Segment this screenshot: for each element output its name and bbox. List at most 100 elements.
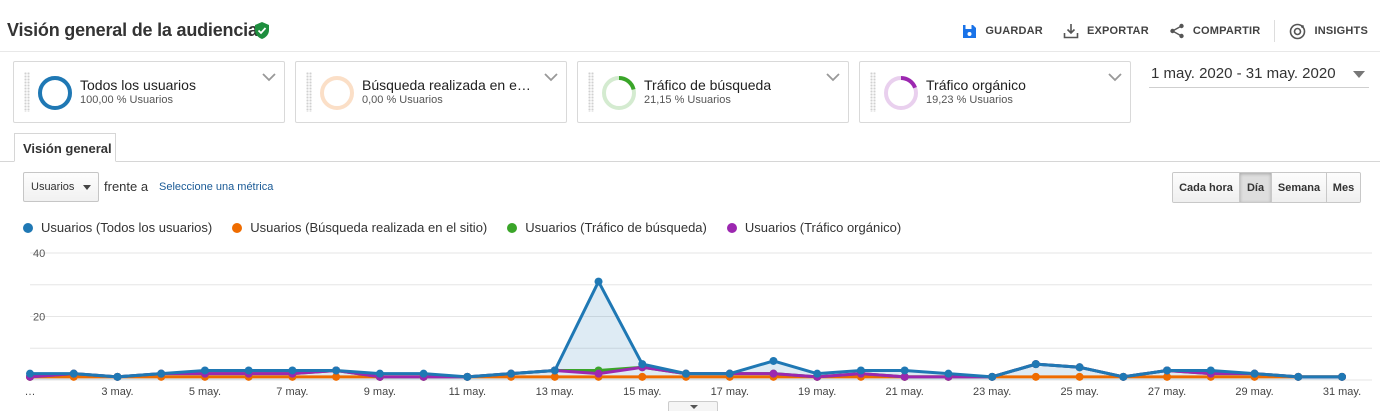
data-point xyxy=(856,366,865,375)
data-point xyxy=(288,366,297,375)
x-tick-label: 5 may. xyxy=(189,386,221,398)
data-point xyxy=(1294,372,1303,381)
data-point xyxy=(900,366,909,375)
granularity-week-button[interactable]: Semana xyxy=(1271,173,1326,202)
segment-card-search-traffic[interactable]: Tráfico de búsqueda 21,15 % Usuarios xyxy=(577,61,849,123)
actions-divider xyxy=(1274,20,1276,42)
save-button[interactable]: GUARDAR xyxy=(962,24,1043,39)
granularity-toggle: Cada hora Día Semana Mes xyxy=(1172,172,1361,203)
x-tick-label: 25 may. xyxy=(1060,386,1098,398)
segment-card-all-users[interactable]: Todos los usuarios 100,00 % Usuarios xyxy=(13,61,285,123)
x-tick-label: 19 may. xyxy=(798,386,836,398)
data-point xyxy=(1075,363,1084,372)
users-line-chart: 40 20 … 3 may. 5 may. 7 may. 9 may. 11 may. 13 m… xyxy=(0,240,1380,411)
legend-label: Usuarios (Todos los usuarios) xyxy=(41,220,213,235)
segment-name: Búsqueda realizada en el sitio xyxy=(362,77,534,93)
insights-button[interactable]: INSIGHTS xyxy=(1289,23,1368,40)
x-tick-label: 3 may. xyxy=(101,386,133,398)
y-tick-label: 40 xyxy=(33,248,45,260)
data-point xyxy=(1163,366,1172,375)
segment-card-organic-traffic[interactable]: Tráfico orgánico 19,23 % Usuarios xyxy=(859,61,1131,123)
data-point xyxy=(375,369,384,378)
granularity-hourly-button[interactable]: Cada hora xyxy=(1173,173,1239,202)
x-tick-label: 9 may. xyxy=(364,386,396,398)
segment-ring-icon xyxy=(884,76,918,110)
data-point xyxy=(813,369,822,378)
data-point xyxy=(1338,372,1346,381)
segment-card-site-search[interactable]: Búsqueda realizada en el sitio 0,00 % Us… xyxy=(295,61,567,123)
granularity-day-button[interactable]: Día xyxy=(1239,173,1271,202)
drag-handle-icon[interactable] xyxy=(306,72,312,112)
legend-dot-icon xyxy=(23,222,33,233)
tab-overview[interactable]: Visión general xyxy=(14,133,116,162)
x-tick-label: 27 may. xyxy=(1148,386,1186,398)
chevron-down-icon[interactable] xyxy=(262,72,276,82)
x-tick-label: … xyxy=(25,386,36,398)
report-actions: GUARDAR EXPORTAR COMPARTIR INSIGHTS xyxy=(942,20,1368,42)
save-label: GUARDAR xyxy=(985,25,1043,37)
export-label: EXPORTAR xyxy=(1086,25,1149,37)
legend-item: Usuarios (Todos los usuarios) xyxy=(23,220,212,235)
data-point xyxy=(988,372,997,381)
drag-handle-icon[interactable] xyxy=(588,72,594,112)
x-tick-label: 23 may. xyxy=(973,386,1011,398)
x-tick-label: 17 may. xyxy=(711,386,749,398)
dropdown-arrow-icon xyxy=(83,185,91,190)
y-tick-label: 20 xyxy=(33,312,45,324)
report-header: Visión general de la audiencia GUARDAR E… xyxy=(0,0,1380,52)
data-point xyxy=(638,372,647,381)
series-line xyxy=(30,280,1342,379)
drag-handle-icon[interactable] xyxy=(870,72,876,112)
data-point xyxy=(550,366,559,375)
legend-dot-icon xyxy=(726,222,737,233)
save-icon xyxy=(963,24,977,38)
data-point xyxy=(682,369,690,378)
data-point xyxy=(594,369,603,378)
segment-percent: 100,00 % Usuarios xyxy=(80,94,173,106)
data-point xyxy=(769,356,778,365)
data-point xyxy=(1250,369,1259,378)
granularity-month-button[interactable]: Mes xyxy=(1326,173,1360,202)
data-point xyxy=(157,369,166,378)
series-area xyxy=(30,281,1342,380)
export-icon xyxy=(1063,24,1079,39)
segment-percent: 21,15 % Usuarios xyxy=(644,94,731,106)
date-range-label: 1 may. 2020 - 31 may. 2020 xyxy=(1151,65,1336,82)
legend-item: Usuarios (Búsqueda realizada en el sitio… xyxy=(232,220,487,235)
ring-fill xyxy=(38,76,72,110)
legend-label: Usuarios (Tráfico orgánico) xyxy=(744,220,902,235)
x-tick-label: 21 may. xyxy=(886,386,924,398)
data-point xyxy=(1119,372,1128,381)
chevron-down-icon[interactable] xyxy=(826,72,840,82)
insights-icon xyxy=(1290,23,1306,39)
share-label: COMPARTIR xyxy=(1192,25,1261,37)
share-button[interactable]: COMPARTIR xyxy=(1169,23,1261,39)
metric-select[interactable]: Usuarios xyxy=(23,172,99,202)
segment-percent: 0,00 % Usuarios xyxy=(362,94,443,106)
x-tick-label: 29 may. xyxy=(1235,386,1273,398)
data-point xyxy=(419,369,428,378)
legend-dot-icon xyxy=(232,222,243,233)
x-tick-label: 7 may. xyxy=(276,386,308,398)
legend-label: Usuarios (Tráfico de búsqueda) xyxy=(525,220,707,235)
data-point xyxy=(463,372,472,381)
chevron-down-icon[interactable] xyxy=(1108,72,1122,82)
data-point xyxy=(1031,372,1040,381)
segment-ring-icon xyxy=(320,76,354,110)
x-tick-label: 11 may. xyxy=(449,386,487,398)
x-tick-label: 31 may. xyxy=(1323,386,1361,398)
chevron-down-icon[interactable] xyxy=(544,72,558,82)
drag-handle-icon[interactable] xyxy=(24,72,30,112)
date-range-picker[interactable]: 1 may. 2020 - 31 may. 2020 xyxy=(1149,64,1369,88)
data-point xyxy=(332,366,341,375)
chart-legend: Usuarios (Todos los usuarios) Usuarios (… xyxy=(23,220,921,235)
data-point xyxy=(1206,366,1215,375)
x-tick-label: 15 may. xyxy=(623,386,661,398)
data-point xyxy=(594,277,603,286)
segment-ring-icon xyxy=(38,76,72,110)
export-button[interactable]: EXPORTAR xyxy=(1063,23,1149,39)
select-metric-link[interactable]: Seleccione una métrica xyxy=(159,181,273,193)
data-point xyxy=(113,372,122,381)
segment-name: Tráfico de búsqueda xyxy=(644,77,772,93)
chart-expand-handle[interactable] xyxy=(668,401,718,411)
